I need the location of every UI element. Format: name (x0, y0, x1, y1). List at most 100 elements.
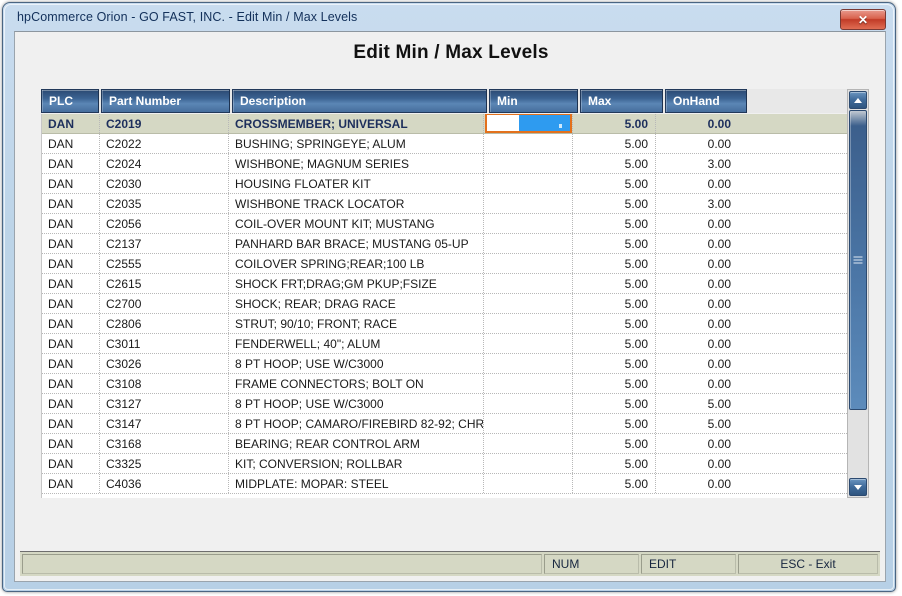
cell-part-number[interactable]: C2030 (100, 174, 229, 193)
cell-min[interactable] (484, 414, 573, 433)
cell-part-number[interactable]: C2700 (100, 294, 229, 313)
cell-onhand[interactable]: 0.00 (656, 334, 738, 353)
cell-plc[interactable]: DAN (42, 414, 100, 433)
cell-plc[interactable]: DAN (42, 314, 100, 333)
cell-part-number[interactable]: C2024 (100, 154, 229, 173)
cell-plc[interactable]: DAN (42, 374, 100, 393)
cell-plc[interactable]: DAN (42, 194, 100, 213)
cell-description[interactable]: FRAME CONNECTORS; BOLT ON (229, 374, 484, 393)
cell-min[interactable] (484, 314, 573, 333)
cell-plc[interactable]: DAN (42, 334, 100, 353)
table-row[interactable]: DAN C3026 8 PT HOOP; USE W/C3000 5.00 0.00 (42, 354, 847, 374)
cell-max[interactable]: 5.00 (573, 374, 656, 393)
cell-part-number[interactable]: C3168 (100, 434, 229, 453)
cell-onhand[interactable]: 0.00 (656, 274, 738, 293)
cell-min[interactable] (484, 454, 573, 473)
cell-plc[interactable]: DAN (42, 114, 100, 133)
cell-onhand[interactable]: 3.00 (656, 154, 738, 173)
cell-max[interactable]: 5.00 (573, 194, 656, 213)
cell-max[interactable]: 5.00 (573, 454, 656, 473)
cell-onhand[interactable]: 5.00 (656, 394, 738, 413)
cell-max[interactable]: 5.00 (573, 414, 656, 433)
cell-max[interactable]: 5.00 (573, 254, 656, 273)
table-row[interactable]: DAN C3147 8 PT HOOP; CAMARO/FIREBIRD 82-92… (42, 414, 847, 434)
cell-description[interactable]: FENDERWELL; 40"; ALUM (229, 334, 484, 353)
scroll-up-button[interactable] (849, 91, 867, 109)
cell-min[interactable] (484, 214, 573, 233)
table-row[interactable]: DAN C2806 STRUT; 90/10; FRONT; RACE 5.00 0.0… (42, 314, 847, 334)
cell-part-number[interactable]: C2137 (100, 234, 229, 253)
cell-max[interactable]: 5.00 (573, 234, 656, 253)
table-row[interactable]: DAN C3011 FENDERWELL; 40"; ALUM 5.00 0.00 (42, 334, 847, 354)
column-header-plc[interactable]: PLC (41, 89, 99, 113)
column-header-description[interactable]: Description (232, 89, 487, 113)
cell-onhand[interactable]: 0.00 (656, 294, 738, 313)
table-row[interactable]: DAN C3127 8 PT HOOP; USE W/C3000 5.00 5.00 (42, 394, 847, 414)
cell-min[interactable] (484, 254, 573, 273)
cell-max[interactable]: 5.00 (573, 114, 656, 133)
cell-onhand[interactable]: 0.00 (656, 374, 738, 393)
cell-plc[interactable]: DAN (42, 274, 100, 293)
cell-onhand[interactable]: 0.00 (656, 174, 738, 193)
scrollbar-track[interactable] (849, 110, 867, 476)
cell-onhand[interactable]: 0.00 (656, 454, 738, 473)
title-bar[interactable]: hpCommerce Orion - GO FAST, INC. - Edit … (3, 3, 897, 33)
cell-plc[interactable]: DAN (42, 354, 100, 373)
cell-max[interactable]: 5.00 (573, 134, 656, 153)
cell-part-number[interactable]: C3147 (100, 414, 229, 433)
cell-plc[interactable]: DAN (42, 254, 100, 273)
cell-description[interactable]: BUSHING; SPRINGEYE; ALUM (229, 134, 484, 153)
cell-description[interactable]: PANHARD BAR BRACE; MUSTANG 05-UP (229, 234, 484, 253)
cell-part-number[interactable]: C3011 (100, 334, 229, 353)
table-row[interactable]: DAN C2022 BUSHING; SPRINGEYE; ALUM 5.00 0.00 (42, 134, 847, 154)
cell-onhand[interactable]: 0.00 (656, 434, 738, 453)
cell-description[interactable]: CROSSMEMBER; UNIVERSAL (229, 114, 484, 133)
cell-plc[interactable]: DAN (42, 394, 100, 413)
table-row[interactable]: DAN C2024 WISHBONE; MAGNUM SERIES 5.00 3.00 (42, 154, 847, 174)
cell-plc[interactable]: DAN (42, 234, 100, 253)
close-button[interactable]: ✕ (840, 9, 886, 30)
table-row[interactable]: DAN C3108 FRAME CONNECTORS; BOLT ON 5.00 0.0… (42, 374, 847, 394)
cell-description[interactable]: STRUT; 90/10; FRONT; RACE (229, 314, 484, 333)
cell-description[interactable]: WISHBONE TRACK LOCATOR (229, 194, 484, 213)
cell-min[interactable] (484, 174, 573, 193)
cell-onhand[interactable]: 5.00 (656, 414, 738, 433)
column-header-max[interactable]: Max (580, 89, 663, 113)
grid-vertical-scrollbar[interactable] (847, 89, 869, 498)
cell-part-number[interactable]: C4036 (100, 474, 229, 493)
cell-min[interactable] (484, 154, 573, 173)
cell-part-number[interactable]: C3127 (100, 394, 229, 413)
cell-plc[interactable]: DAN (42, 154, 100, 173)
table-row[interactable]: DAN C2555 COILOVER SPRING;REAR;100 LB 5.00 0… (42, 254, 847, 274)
cell-onhand[interactable]: 0.00 (656, 114, 738, 133)
table-row[interactable]: DAN C2700 SHOCK; REAR; DRAG RACE 5.00 0.00 (42, 294, 847, 314)
cell-part-number[interactable]: C3325 (100, 454, 229, 473)
table-row[interactable]: DAN C2030 HOUSING FLOATER KIT 5.00 0.00 (42, 174, 847, 194)
min-value-input[interactable] (485, 114, 572, 133)
cell-onhand[interactable]: 0.00 (656, 314, 738, 333)
table-row[interactable]: DAN C3168 BEARING; REAR CONTROL ARM 5.00 0.0… (42, 434, 847, 454)
scrollbar-thumb[interactable] (849, 110, 867, 410)
cell-onhand[interactable]: 3.00 (656, 194, 738, 213)
cell-plc[interactable]: DAN (42, 454, 100, 473)
cell-part-number[interactable]: C2035 (100, 194, 229, 213)
cell-min[interactable] (484, 354, 573, 373)
table-row[interactable]: DAN C2056 COIL-OVER MOUNT KIT; MUSTANG 5.00… (42, 214, 847, 234)
cell-max[interactable]: 5.00 (573, 294, 656, 313)
cell-min[interactable] (484, 234, 573, 253)
cell-onhand[interactable]: 0.00 (656, 254, 738, 273)
cell-onhand[interactable]: 0.00 (656, 134, 738, 153)
cell-min[interactable] (484, 134, 573, 153)
cell-plc[interactable]: DAN (42, 474, 100, 493)
cell-min[interactable] (484, 294, 573, 313)
column-header-part-number[interactable]: Part Number (101, 89, 230, 113)
cell-max[interactable]: 5.00 (573, 274, 656, 293)
table-row[interactable]: DAN C2137 PANHARD BAR BRACE; MUSTANG 05-UP… (42, 234, 847, 254)
cell-min[interactable] (484, 474, 573, 493)
cell-part-number[interactable]: C2615 (100, 274, 229, 293)
cell-max[interactable]: 5.00 (573, 394, 656, 413)
cell-description[interactable]: 8 PT HOOP; CAMARO/FIREBIRD 82-92; CHR-ML (229, 414, 484, 433)
cell-min[interactable] (484, 114, 573, 133)
cell-onhand[interactable]: 0.00 (656, 214, 738, 233)
cell-description[interactable]: KIT; CONVERSION; ROLLBAR (229, 454, 484, 473)
